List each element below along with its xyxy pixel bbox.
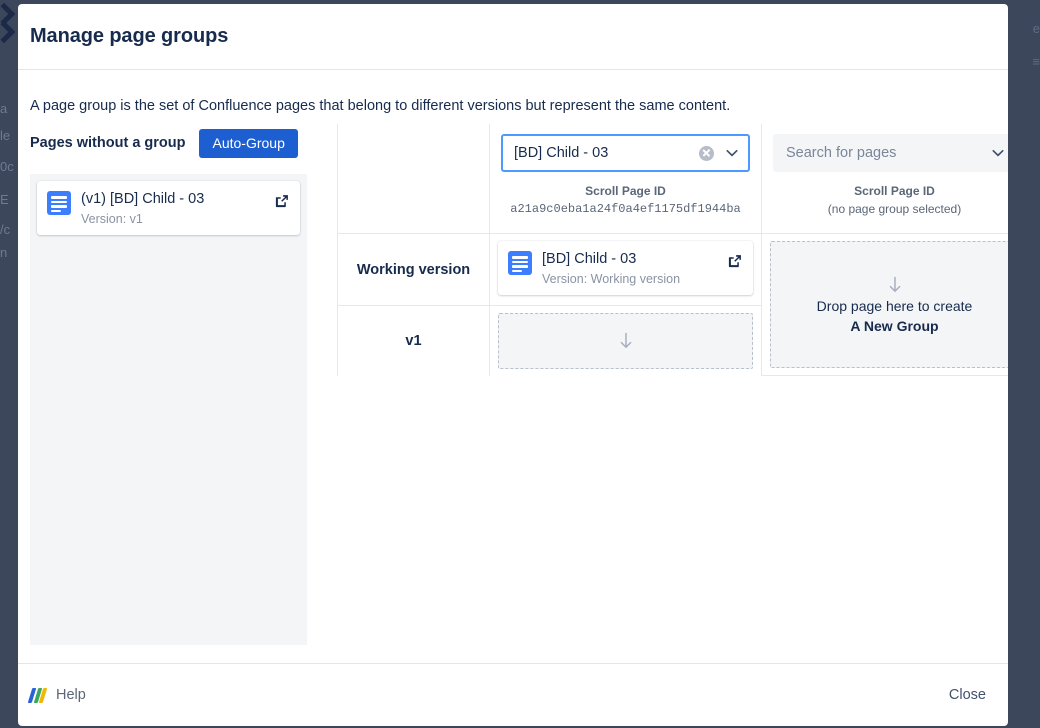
page-icon bbox=[47, 191, 71, 215]
dialog-header: Manage page groups bbox=[18, 4, 1008, 70]
manage-page-groups-dialog: Manage page groups A page group is the s… bbox=[18, 4, 1008, 726]
work-area: Pages without a group Auto-Group (v1) [B… bbox=[30, 124, 996, 645]
background-text-fragment: n bbox=[0, 246, 7, 259]
dialog-body: A page group is the set of Confluence pa… bbox=[18, 70, 1008, 663]
external-link-icon[interactable] bbox=[727, 253, 743, 269]
background-text-fragment: /c bbox=[0, 223, 10, 236]
list-item-title: [BD] Child - 03 bbox=[542, 250, 717, 268]
background-text-fragment: 0c bbox=[0, 160, 14, 173]
new-group-dropzone-line2: A New Group bbox=[850, 318, 938, 334]
new-group-dropzone-line1: Drop page here to create bbox=[817, 298, 973, 314]
row-label-working-version: Working version bbox=[338, 234, 490, 306]
group-column-header-1: [BD] Child - 03 Scroll Page ID a21a9c0eb… bbox=[490, 124, 762, 234]
auto-group-button[interactable]: Auto-Group bbox=[199, 129, 297, 158]
background-text-fragment: E bbox=[0, 193, 9, 206]
page-search-placeholder: Search for pages bbox=[786, 145, 980, 161]
intro-text: A page group is the set of Confluence pa… bbox=[30, 70, 996, 124]
help-label: Help bbox=[56, 687, 86, 703]
group-column-header-2: Search for pages Scroll Page ID (no page… bbox=[762, 124, 1008, 234]
new-group-dropzone[interactable]: Drop page here to create A New Group bbox=[770, 241, 1008, 368]
grid-cell-group1-working[interactable]: [BD] Child - 03 Version: Working version bbox=[490, 234, 762, 306]
chevron-down-icon[interactable] bbox=[990, 145, 1006, 161]
chevron-down-icon[interactable] bbox=[724, 145, 740, 161]
page-group-select-1[interactable]: [BD] Child - 03 bbox=[501, 134, 750, 172]
page-search-select[interactable]: Search for pages bbox=[773, 134, 1008, 172]
row-label-v1: v1 bbox=[338, 306, 490, 376]
ungrouped-pages-dropzone[interactable]: (v1) [BD] Child - 03 Version: v1 bbox=[30, 174, 307, 645]
scroll-page-id-value-2: (no page group selected) bbox=[773, 202, 1008, 216]
help-link[interactable]: Help bbox=[30, 687, 86, 703]
page-icon bbox=[508, 251, 532, 275]
page-group-select-1-value: [BD] Child - 03 bbox=[514, 145, 693, 161]
background-text-fragment: a bbox=[0, 102, 7, 115]
close-button[interactable]: Close bbox=[941, 681, 994, 709]
clear-icon[interactable] bbox=[699, 146, 714, 161]
page-title: Manage page groups bbox=[30, 25, 228, 48]
list-item-title: (v1) [BD] Child - 03 bbox=[81, 190, 264, 208]
scroll-page-id-value-1: a21a9c0eba1a24f0a4ef1175df1944ba bbox=[501, 202, 750, 216]
list-item-text: (v1) [BD] Child - 03 Version: v1 bbox=[81, 190, 264, 226]
ungrouped-pages-panel: Pages without a group Auto-Group (v1) [B… bbox=[30, 124, 325, 645]
page-groups-grid-panel: [BD] Child - 03 Scroll Page ID a21a9c0eb… bbox=[325, 124, 1008, 376]
background-text-fragment: ≡ bbox=[1032, 55, 1040, 68]
grid-cell-group1-v1[interactable] bbox=[490, 306, 762, 376]
external-link-icon[interactable] bbox=[274, 193, 290, 209]
page-groups-grid: [BD] Child - 03 Scroll Page ID a21a9c0eb… bbox=[337, 124, 1008, 376]
scroll-page-id-label-2: Scroll Page ID bbox=[773, 184, 1008, 198]
k15t-logo-icon bbox=[30, 688, 47, 703]
list-item[interactable]: [BD] Child - 03 Version: Working version bbox=[498, 241, 753, 295]
ungrouped-pages-title: Pages without a group bbox=[30, 135, 185, 151]
group1-v1-dropzone[interactable] bbox=[498, 313, 753, 369]
list-item[interactable]: (v1) [BD] Child - 03 Version: v1 bbox=[37, 181, 300, 235]
ungrouped-pages-header: Pages without a group Auto-Group bbox=[30, 124, 315, 162]
background-text-fragment: e bbox=[1033, 22, 1040, 35]
list-item-text: [BD] Child - 03 Version: Working version bbox=[542, 250, 717, 286]
arrow-down-icon bbox=[618, 332, 634, 350]
arrow-down-icon bbox=[887, 276, 903, 294]
list-item-version: Version: v1 bbox=[81, 212, 264, 226]
grid-corner-cell bbox=[338, 124, 490, 234]
dialog-footer: Help Close bbox=[18, 663, 1008, 726]
list-item-version: Version: Working version bbox=[542, 272, 717, 286]
grid-cell-new-group[interactable]: Drop page here to create A New Group bbox=[762, 234, 1008, 376]
scroll-page-id-label-1: Scroll Page ID bbox=[501, 184, 750, 198]
background-text-fragment: le bbox=[0, 129, 10, 142]
